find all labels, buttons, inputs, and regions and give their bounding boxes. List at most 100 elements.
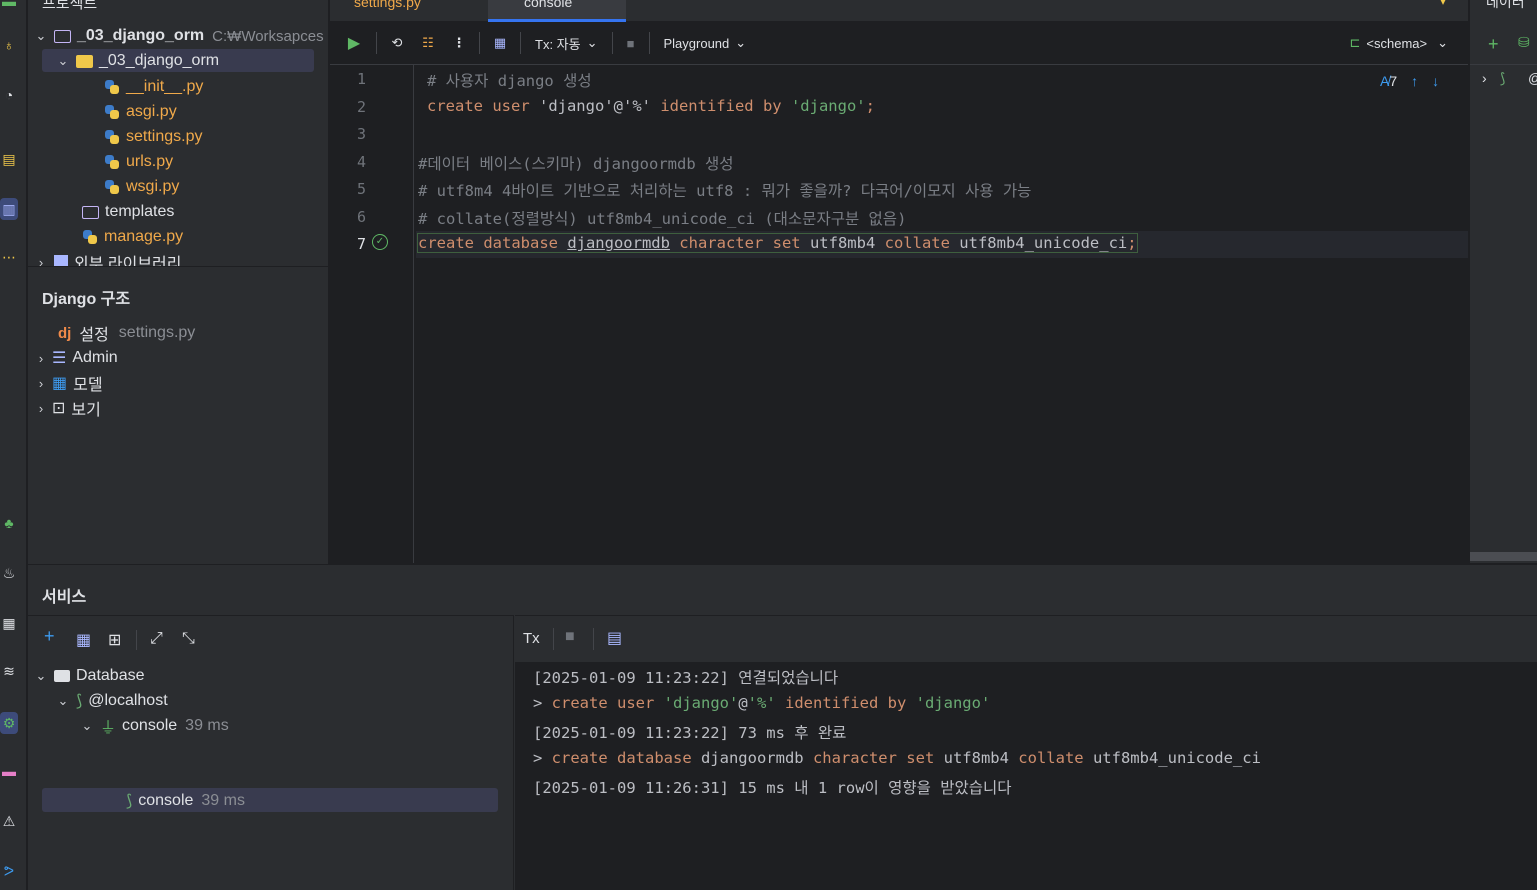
view-icon: ⊡ bbox=[52, 400, 66, 417]
commit-icon[interactable]: ♁ bbox=[0, 34, 18, 56]
output-line: > create database djangoormdb character … bbox=[533, 749, 1261, 767]
code-editor[interactable]: 1 2 3 4 5 6 7 ✓ # 사용자 django 생성 create u… bbox=[330, 65, 1468, 563]
tree-file[interactable]: __init__.py bbox=[104, 75, 203, 99]
package-folder-icon bbox=[76, 54, 93, 68]
folder-icon bbox=[54, 29, 71, 43]
svc-host-node[interactable]: ⌄ ⟆ @localhost bbox=[56, 689, 168, 713]
django-icon: dj bbox=[58, 324, 72, 342]
chevron-right-icon[interactable]: › bbox=[34, 255, 48, 267]
tree-file[interactable]: settings.py bbox=[104, 125, 202, 149]
add-icon[interactable]: + bbox=[1488, 34, 1499, 55]
database-tool-icon[interactable]: ▥ bbox=[0, 198, 18, 220]
history-icon[interactable]: ⟲ bbox=[385, 30, 409, 56]
python-file-icon bbox=[104, 179, 120, 195]
schema-dropdown[interactable]: ⊏ <schema> ⌄ bbox=[1343, 30, 1454, 56]
arrow-up-icon[interactable]: ↑ bbox=[1411, 73, 1418, 89]
svc-console-session[interactable]: ⟆ console 39 ms bbox=[126, 789, 245, 813]
tab-console[interactable]: console bbox=[488, 0, 626, 22]
connected-plug-icon: ⏚ bbox=[100, 720, 117, 737]
chevron-down-icon[interactable]: ⌄ bbox=[34, 28, 48, 44]
mysql-icon: ⟆ bbox=[126, 793, 133, 810]
arrow-down-icon[interactable]: ↓ bbox=[1432, 73, 1439, 89]
chevron-down-icon: ⌄ bbox=[586, 35, 598, 50]
github-icon[interactable]: ◔ bbox=[0, 84, 18, 106]
code-line-5: # utf8m4 4바이트 기반으로 처리하는 utf8 : 뭐가 좋을까? 다… bbox=[418, 182, 1032, 200]
chevron-down-icon[interactable]: ⌄ bbox=[80, 718, 94, 734]
more-vertical-icon[interactable]: ⋮ bbox=[447, 30, 471, 56]
inspection-widget[interactable]: A̸7 ↑ ↓ bbox=[1380, 73, 1439, 89]
horizontal-scrollbar[interactable] bbox=[1470, 552, 1537, 561]
tab-settings[interactable]: settings.py bbox=[354, 0, 421, 10]
activity-bar: ▬ ♁ ◔ ▤ ▥ ⋯ ♣ ♨ ▦ ≋ ⚙ ▬ ⚠ ᕗ bbox=[0, 0, 27, 890]
python-file-icon bbox=[104, 154, 120, 170]
tree-manage-file[interactable]: manage.py bbox=[82, 225, 183, 249]
tree-package[interactable]: ⌄ _03_django_orm bbox=[56, 49, 220, 73]
tree-file[interactable]: urls.py bbox=[104, 150, 173, 174]
svc-database-node[interactable]: ⌄ Database bbox=[34, 664, 145, 688]
chevron-down-icon: ⌄ bbox=[735, 35, 747, 50]
expand-icon[interactable]: ⤢ bbox=[150, 630, 163, 648]
stop-button[interactable]: ■ bbox=[621, 30, 641, 56]
output-line: > create user 'django'@'%' identified by… bbox=[533, 694, 991, 712]
project-icon[interactable]: ▬ bbox=[0, 0, 18, 12]
editor-gutter: 1 2 3 4 5 6 7 ✓ bbox=[330, 65, 414, 563]
tree-file[interactable]: wsgi.py bbox=[104, 175, 179, 199]
output-line: [2025-01-09 11:26:31] 15 ms 내 1 row이 영향을… bbox=[533, 779, 1012, 797]
problems-icon[interactable]: ▬ bbox=[0, 760, 18, 782]
django-admin-item[interactable]: › ☰ Admin bbox=[34, 346, 118, 370]
python-console-icon[interactable]: ♨ bbox=[0, 562, 18, 584]
python-file-icon bbox=[82, 229, 98, 245]
tree-external-libs[interactable]: › 외부 라이브러리 bbox=[34, 250, 182, 266]
tx-mode-dropdown[interactable]: Tx: 자동 ⌄ bbox=[529, 30, 604, 56]
terminal-icon[interactable]: ▦ bbox=[0, 612, 18, 634]
django-views-item[interactable]: › ⊡ 보기 bbox=[34, 396, 101, 420]
package-name: _03_django_orm bbox=[99, 52, 220, 69]
host-icon: @ bbox=[1528, 70, 1537, 86]
code-line-6: # collate(정렬방식) utf8mb4_unicode_ci (대소문자… bbox=[418, 210, 907, 228]
tree-root[interactable]: ⌄ _03_django_orm C:₩Worksapces bbox=[34, 24, 324, 48]
settings-sliders-icon[interactable]: ☷ bbox=[413, 30, 443, 56]
output-line: [2025-01-09 11:23:22] 연결되었습니다 bbox=[533, 669, 839, 687]
python-packages-icon[interactable]: ♣ bbox=[0, 512, 18, 534]
collapse-icon[interactable]: ⤡ bbox=[182, 630, 195, 648]
chevron-right-icon[interactable]: › bbox=[34, 351, 48, 366]
notifications-icon[interactable]: ⚠ bbox=[0, 810, 18, 832]
services-icon[interactable]: ⚙ bbox=[0, 712, 18, 734]
chevron-right-icon[interactable]: › bbox=[1482, 70, 1487, 86]
tx-label[interactable]: Tx bbox=[523, 630, 540, 647]
more-icon[interactable]: ⋯ bbox=[0, 246, 18, 268]
layers-icon[interactable]: ≋ bbox=[0, 660, 18, 682]
run-button[interactable]: ▶ bbox=[340, 30, 368, 56]
table-icon: ▦ bbox=[52, 375, 68, 392]
django-settings-item[interactable]: dj 설정 settings.py bbox=[58, 321, 195, 345]
chevron-down-icon[interactable]: ⌄ bbox=[56, 53, 70, 69]
stop-button[interactable]: ■ bbox=[565, 628, 575, 646]
code-line-2: create user 'django'@'%' identified by '… bbox=[427, 97, 875, 115]
django-models-item[interactable]: › ▦ 모델 bbox=[34, 371, 103, 395]
mysql-icon: ⟆ bbox=[1500, 70, 1506, 86]
svc-console-node[interactable]: ⌄ ⏚ console 39 ms bbox=[80, 714, 229, 738]
structure-icon[interactable]: ▤ bbox=[0, 148, 18, 170]
chevron-down-icon: ⌄ bbox=[1437, 35, 1448, 50]
git-icon[interactable]: ᕗ bbox=[0, 860, 18, 882]
tree-file[interactable]: asgi.py bbox=[104, 100, 177, 124]
add-icon[interactable]: + bbox=[44, 626, 55, 647]
chevron-down-icon[interactable]: ⌄ bbox=[34, 668, 48, 684]
project-panel: 프로젝트 ⌄ _03_django_orm C:₩Worksapces ⌄ _0… bbox=[28, 0, 328, 266]
new-tab-icon[interactable]: ⊞ bbox=[108, 630, 121, 650]
tree-templates-folder[interactable]: templates bbox=[82, 200, 174, 224]
playground-dropdown[interactable]: Playground ⌄ bbox=[658, 30, 753, 56]
database-panel-title: 데이터 bbox=[1486, 0, 1525, 10]
group-icon[interactable]: ▦ bbox=[76, 630, 91, 650]
table-view-icon[interactable]: ▦ bbox=[488, 30, 512, 56]
python-file-icon bbox=[104, 79, 120, 95]
layout-icon[interactable]: ▤ bbox=[607, 628, 622, 648]
chevron-down-icon[interactable]: ⌄ bbox=[56, 693, 70, 709]
chevron-right-icon[interactable]: › bbox=[34, 376, 48, 391]
datasource-icon[interactable]: ⛁ bbox=[1518, 34, 1530, 51]
spellcheck-icon: A̸7 bbox=[1380, 73, 1398, 89]
services-title: 서비스 bbox=[42, 589, 87, 606]
chevron-right-icon[interactable]: › bbox=[34, 401, 48, 416]
schema-icon: ⊏ bbox=[1349, 35, 1361, 50]
success-check-icon: ✓ bbox=[372, 234, 388, 250]
